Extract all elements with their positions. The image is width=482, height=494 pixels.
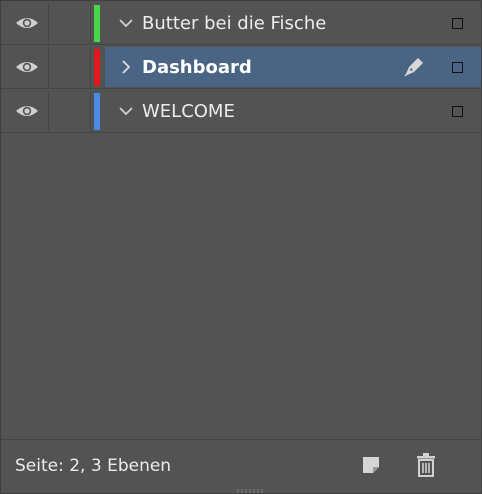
eye-icon xyxy=(15,62,38,72)
layer-color-swatch xyxy=(94,5,100,42)
chevron-right-icon[interactable] xyxy=(117,58,135,76)
eye-icon xyxy=(15,18,38,28)
trash-icon[interactable] xyxy=(415,452,437,478)
layer-target-box[interactable] xyxy=(452,62,463,73)
chevron-down-icon[interactable] xyxy=(117,102,135,120)
layer-row-welcome[interactable]: WELCOME xyxy=(1,89,481,133)
layer-name: Dashboard xyxy=(142,57,252,78)
layers-panel: Butter bei die Fische Dashboard WELCOME … xyxy=(0,0,482,494)
layer-name-area[interactable]: WELCOME xyxy=(105,91,481,131)
pen-icon xyxy=(404,58,423,77)
lock-toggle[interactable] xyxy=(49,91,91,131)
resize-grip[interactable] xyxy=(237,489,263,493)
status-text: Seite: 2, 3 Ebenen xyxy=(15,456,172,476)
chevron-down-icon[interactable] xyxy=(117,14,135,32)
layer-name-area[interactable]: Butter bei die Fische xyxy=(105,3,481,43)
lock-toggle[interactable] xyxy=(49,47,91,87)
layer-name: Butter bei die Fische xyxy=(142,13,327,34)
layer-color-swatch xyxy=(94,49,100,86)
new-layer-icon[interactable] xyxy=(360,454,382,476)
lock-toggle[interactable] xyxy=(49,3,91,43)
layer-color-swatch xyxy=(94,93,100,130)
layer-target-box[interactable] xyxy=(452,106,463,117)
layer-name: WELCOME xyxy=(142,101,235,122)
layer-name-area[interactable]: Dashboard xyxy=(105,47,481,87)
visibility-toggle[interactable] xyxy=(5,47,49,87)
visibility-toggle[interactable] xyxy=(5,91,49,131)
visibility-toggle[interactable] xyxy=(5,3,49,43)
layer-row-dashboard[interactable]: Dashboard xyxy=(1,45,481,89)
eye-icon xyxy=(15,106,38,116)
layer-target-box[interactable] xyxy=(452,18,463,29)
panel-footer: Seite: 2, 3 Ebenen xyxy=(1,439,481,493)
layer-row-butter-bei-die-fische[interactable]: Butter bei die Fische xyxy=(1,1,481,45)
layer-list: Butter bei die Fische Dashboard WELCOME xyxy=(1,1,481,133)
